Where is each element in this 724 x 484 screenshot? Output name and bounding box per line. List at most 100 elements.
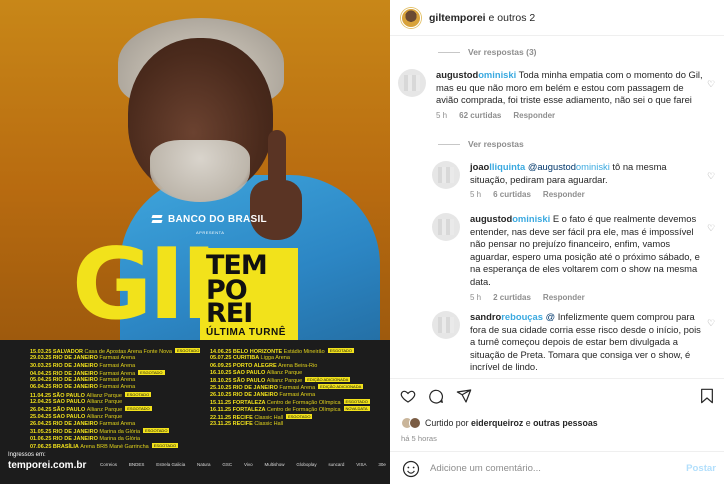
tour-date-city: 15.03.25 SALVADOR — [30, 349, 85, 355]
like-comment-icon[interactable]: ♡ — [707, 224, 716, 233]
banco-do-brasil-icon — [150, 212, 164, 226]
sponsor-logo: Vivo — [243, 462, 253, 467]
comment-input[interactable] — [430, 463, 666, 474]
tour-date-city: 18.10.25 SÃO PAULO — [210, 378, 267, 385]
comment-mention[interactable]: @ — [546, 311, 556, 322]
tour-date-city: 23.11.25 RECIFE — [210, 420, 255, 427]
view-replies-button[interactable]: Ver respostas — [438, 139, 524, 149]
comment-username[interactable]: joaolliquinta — [470, 161, 525, 172]
tour-date-row: 30.03.25 RIO DE JANEIRO Farmasi Arena — [30, 363, 200, 370]
commenter-avatar[interactable] — [432, 161, 460, 189]
liked-user[interactable]: eiderqueiroz — [471, 418, 523, 428]
tour-venue: Allianz Parque — [86, 407, 123, 414]
tour-date-tag: ESGOTADO — [343, 399, 370, 405]
tour-date-city: 06.09.25 PORTO ALEGRE — [210, 362, 279, 369]
comment-username[interactable]: augustodominiski — [470, 213, 550, 224]
like-comment-icon[interactable]: ♡ — [707, 172, 716, 181]
comment-text: joaolliquinta @augustodominiski tô na me… — [470, 161, 706, 186]
artist-beard — [150, 140, 250, 202]
liked-prefix: Curtido por — [425, 418, 471, 428]
view-replies-button[interactable]: Ver respostas (3) — [438, 47, 537, 57]
tour-date-city: 22.11.25 RECIFE — [210, 414, 255, 421]
username-redacted: rebouças — [501, 311, 543, 322]
tour-venue: Farmasi Arena — [279, 391, 316, 398]
title-line-3: REI — [206, 298, 253, 329]
reply-button[interactable]: Responder — [513, 111, 555, 120]
view-replies-label: Ver respostas (3) — [468, 47, 537, 57]
tour-venue: Marina da Glória — [99, 435, 141, 442]
tour-venue: Casa de Apostas Arena Fonte Nova — [84, 349, 172, 355]
tour-date-row: 26.04.25 SÃO PAULO Allianz Parque ESGOTAD… — [30, 406, 200, 413]
commenter-avatar[interactable] — [398, 69, 426, 97]
comment-content: E o fato é que realmente devemos entende… — [470, 213, 700, 287]
author-username[interactable]: giltemporei — [429, 12, 486, 24]
tour-venue: Ligga Arena — [260, 355, 290, 362]
tour-venue: Farmasi Arena — [99, 420, 136, 427]
comment-likes[interactable]: 62 curtidas — [459, 111, 501, 120]
replies-divider — [438, 51, 460, 53]
post-image[interactable]: BANCO DO BRASIL APRESENTA GIL TEM PO REI… — [0, 0, 390, 484]
sponsor-logo: Correios — [100, 462, 118, 467]
like-icon[interactable] — [400, 388, 416, 404]
comment-username[interactable]: augustodominiski — [436, 69, 516, 80]
like-comment-icon[interactable]: ♡ — [707, 80, 716, 89]
share-icon[interactable] — [456, 388, 472, 404]
comment-meta: 5 h 62 curtidas Responder — [436, 111, 706, 120]
tour-date-tag: ESGOTADO — [124, 391, 152, 397]
post-header: giltemporei e outros 2 — [390, 0, 724, 36]
action-icons — [400, 388, 472, 404]
save-icon[interactable] — [700, 388, 714, 404]
tour-date-city: 06.04.25 RIO DE JANEIRO — [30, 384, 100, 391]
comment-body: sandrorebouças @ Infelizmente quem compr… — [470, 311, 706, 374]
commenter-avatar[interactable] — [432, 311, 460, 339]
tour-date-row: 15.03.25 SALVADOR Casa de Apostas Arena … — [30, 348, 200, 355]
sponsor-logo: BANCO DO BRASIL — [150, 212, 267, 226]
post-button[interactable]: Postar — [686, 463, 716, 474]
tour-venue: Farmasi Arena — [99, 355, 136, 362]
sponsor-logo: 30e — [378, 462, 386, 467]
emoji-icon[interactable] — [402, 460, 420, 478]
liker-avatar[interactable] — [409, 417, 421, 429]
post-authors[interactable]: giltemporei e outros 2 — [429, 12, 535, 24]
tour-date-tag: EDIÇÃO ADICIONADA — [318, 384, 364, 390]
sponsor-logo: suncard — [328, 462, 345, 467]
tour-venue: Allianz Parque — [266, 369, 303, 376]
tour-date-row: 12.04.25 SÃO PAULO Allianz Parque — [30, 399, 200, 406]
comment-mention[interactable]: @augustodominiski — [528, 161, 610, 172]
tour-date-tag: ESGOTADO — [138, 369, 165, 375]
tour-date-city: 16.11.25 FORTALEZA — [210, 407, 267, 414]
comment-time: 5 h — [470, 292, 482, 302]
co-authors[interactable]: e outros 2 — [486, 12, 536, 24]
commenter-avatar[interactable] — [432, 213, 460, 241]
tour-date-row: 11.04.25 SÃO PAULO Allianz Parque ESGOTAD… — [30, 391, 200, 399]
tour-date-row: 18.10.25 SÃO PAULO Allianz Parque EDIÇÃO … — [210, 377, 380, 384]
reply-button[interactable]: Responder — [543, 293, 585, 302]
tour-date-city: 04.04.25 RIO DE JANEIRO — [30, 370, 100, 377]
tour-date-row: 29.03.25 RIO DE JANEIRO Farmasi Arena — [30, 355, 200, 362]
comment-body: augustodominiski Toda minha empatia com … — [436, 69, 706, 120]
comment-likes[interactable]: 2 curtidas — [493, 293, 531, 302]
comment-likes[interactable]: 6 curtidas — [493, 190, 531, 199]
tour-date-row: 25.04.25 SÃO PAULO Allianz Parque — [30, 414, 200, 421]
author-avatar[interactable] — [401, 7, 421, 28]
tour-date-row: 16.11.25 FORTALEZA Centro de Formação Ol… — [210, 406, 380, 413]
post-time[interactable]: há 5 horas — [401, 434, 437, 443]
tour-venue: Allianz Parque — [86, 399, 123, 406]
tour-date-city: 26.04.25 SÃO PAULO — [30, 407, 87, 414]
comment-text: augustodominiski E o fato é que realment… — [470, 213, 706, 289]
comment-username[interactable]: sandrorebouças — [470, 311, 543, 322]
tour-date-row: 14.06.25 BELO HORIZONTE Estádio Mineirão… — [210, 348, 380, 355]
tour-subtitle: ÚLTIMA TURNÊ — [206, 327, 286, 338]
tour-date-city: 15.11.25 FORTALEZA — [210, 400, 267, 407]
reply-button[interactable]: Responder — [543, 190, 585, 199]
tour-date-row: 16.10.25 SÃO PAULO Allianz Parque — [210, 370, 380, 377]
liked-others[interactable]: outras pessoas — [533, 418, 598, 428]
sponsor-logo: Globoplay — [296, 462, 317, 467]
tour-date-city: 11.04.25 SÃO PAULO — [30, 392, 87, 399]
comment-icon[interactable] — [428, 388, 444, 404]
tour-date-city: 26.10.25 RIO DE JANEIRO — [210, 391, 280, 398]
like-comment-icon[interactable]: ♡ — [707, 319, 716, 328]
tour-date-city: 14.06.25 BELO HORIZONTE — [210, 349, 284, 355]
tour-date-row: 23.11.25 RECIFE Classic Hall — [210, 421, 380, 428]
tour-venue: Centro de Formação Olímpica — [266, 407, 341, 414]
